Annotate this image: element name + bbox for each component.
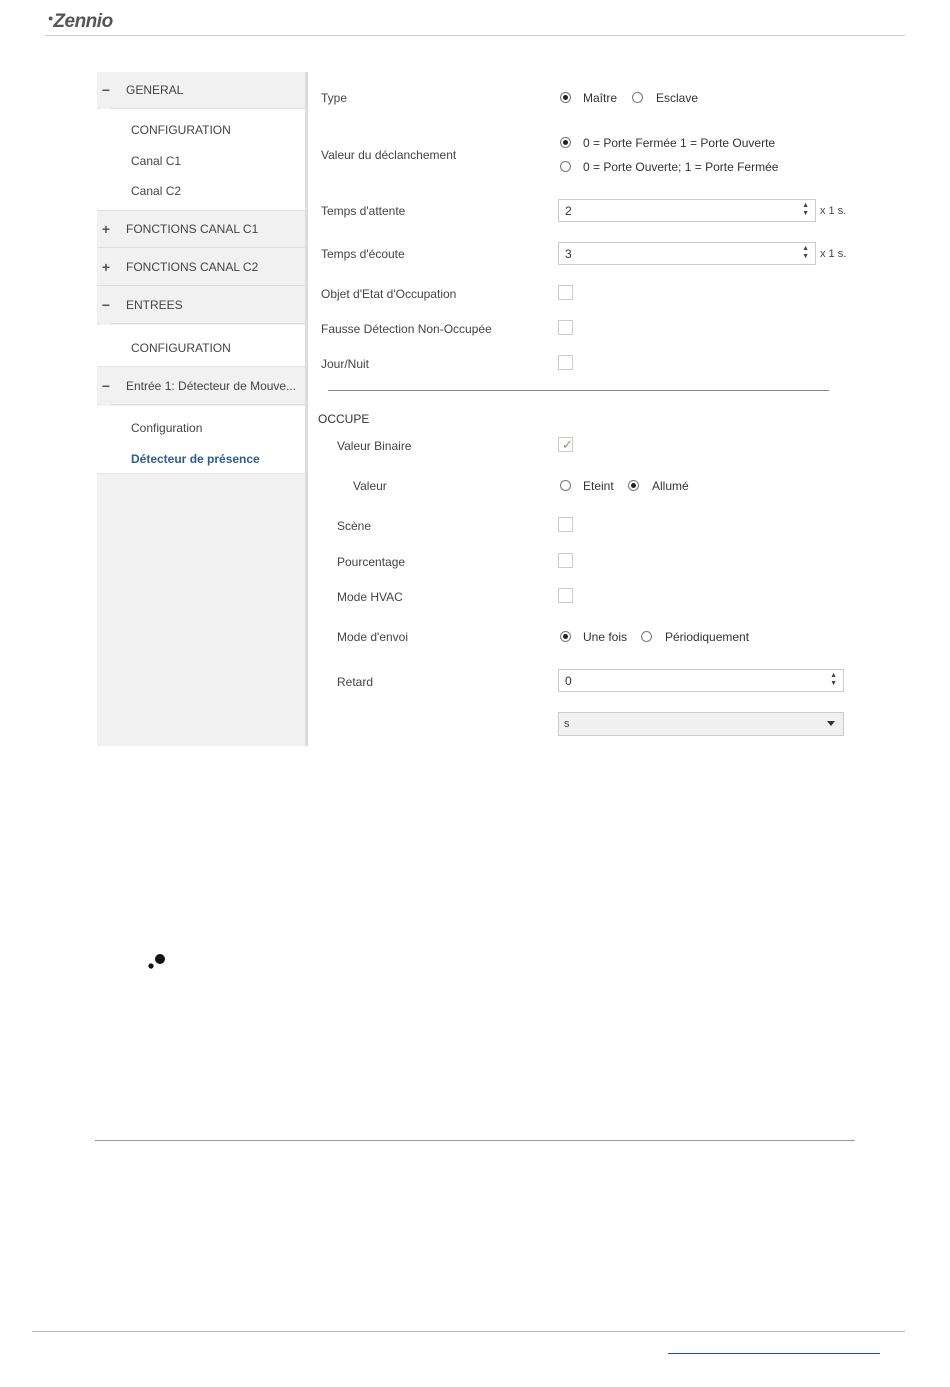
zennio-logo: •Zennio bbox=[48, 10, 113, 33]
day-night-label: Jour/Nuit bbox=[321, 357, 370, 371]
sidebar-group-entrees[interactable]: − ENTREES bbox=[97, 287, 305, 329]
collapse-icon: − bbox=[101, 82, 111, 98]
sidebar-group-label: ENTREES bbox=[126, 298, 183, 312]
radio-trigger-option-2[interactable] bbox=[560, 161, 571, 172]
section-divider bbox=[328, 390, 829, 391]
sidebar-group-general[interactable]: − GENERAL bbox=[97, 72, 305, 114]
sidebar-subitems-entree-1: Configuration Détecteur de présence bbox=[97, 406, 305, 474]
sidebar-item-canal-c2[interactable]: Canal C2 bbox=[131, 184, 181, 198]
sidebar-group-entree-1[interactable]: − Entrée 1: Détecteur de Mouve... bbox=[97, 368, 305, 410]
section-title-occupe: OCCUPE bbox=[318, 412, 370, 426]
sidebar-subitems-general: CONFIGURATION Canal C1 Canal C2 bbox=[97, 109, 305, 211]
radio-une-fois[interactable] bbox=[560, 631, 571, 642]
radio-periodiquement[interactable] bbox=[641, 631, 652, 642]
radio-trigger-option-1[interactable] bbox=[560, 137, 571, 148]
radio-maitre[interactable] bbox=[560, 92, 571, 103]
radio-esclave-label: Esclave bbox=[656, 91, 699, 105]
delay-unit-select[interactable]: s bbox=[558, 712, 844, 736]
sidebar-item-configuration[interactable]: Configuration bbox=[131, 421, 202, 435]
sidebar-edge bbox=[305, 72, 308, 746]
check-icon: ✓ bbox=[562, 437, 573, 452]
sidebar-group-label: GENERAL bbox=[126, 83, 184, 97]
stepper-arrows-icon[interactable]: ▲ ▼ bbox=[802, 245, 809, 261]
sidebar-group-label: FONCTIONS CANAL C1 bbox=[126, 222, 259, 236]
expand-icon: + bbox=[101, 221, 111, 237]
delay-label: Retard bbox=[337, 675, 374, 689]
radio-allume[interactable] bbox=[628, 480, 639, 491]
sidebar-subitems-entrees: CONFIGURATION bbox=[97, 325, 305, 367]
binary-value-label: Valeur Binaire bbox=[337, 439, 412, 453]
hvac-mode-checkbox[interactable] bbox=[558, 588, 573, 603]
sidebar: − GENERAL CONFIGURATION Canal C1 Canal C… bbox=[97, 72, 308, 746]
send-mode-label: Mode d'envoi bbox=[337, 630, 409, 644]
radio-maitre-label: Maître bbox=[583, 91, 618, 105]
stepper-value: 0 bbox=[565, 674, 572, 688]
sidebar-item-configuration[interactable]: CONFIGURATION bbox=[131, 123, 231, 137]
listen-time-unit: x 1 s. bbox=[820, 248, 847, 260]
radio-periodiquement-label: Périodiquement bbox=[665, 630, 750, 644]
sidebar-item-detecteur-presence[interactable]: Détecteur de présence bbox=[131, 452, 260, 466]
listen-time-stepper[interactable]: 3 ▲ ▼ bbox=[558, 242, 816, 265]
radio-trigger-option-1-label: 0 = Porte Fermée 1 = Porte Ouverte bbox=[583, 136, 776, 150]
false-detection-label: Fausse Détection Non-Occupée bbox=[321, 322, 492, 336]
collapse-icon: − bbox=[101, 378, 111, 394]
stepper-value: 2 bbox=[565, 204, 572, 218]
false-detection-checkbox[interactable] bbox=[558, 320, 573, 335]
occupancy-state-checkbox[interactable] bbox=[558, 285, 573, 300]
select-value: s bbox=[564, 718, 570, 730]
collapse-icon: − bbox=[101, 297, 111, 313]
wait-time-stepper[interactable]: 2 ▲ ▼ bbox=[558, 199, 816, 222]
radio-eteint-label: Eteint bbox=[583, 479, 614, 493]
percentage-label: Pourcentage bbox=[337, 555, 406, 569]
radio-eteint[interactable] bbox=[560, 480, 571, 491]
logo-text: Zennio bbox=[53, 11, 113, 32]
type-label: Type bbox=[321, 91, 348, 105]
occupancy-state-label: Objet d'Etat d'Occupation bbox=[321, 287, 457, 301]
sidebar-group-fonctions-c2[interactable]: + FONCTIONS CANAL C2 bbox=[97, 249, 305, 286]
sidebar-group-label: FONCTIONS CANAL C2 bbox=[126, 260, 259, 274]
logo-dot: • bbox=[48, 10, 53, 26]
stepper-value: 3 bbox=[565, 247, 572, 261]
wait-time-label: Temps d'attente bbox=[321, 204, 406, 218]
sidebar-group-fonctions-c1[interactable]: + FONCTIONS CANAL C1 bbox=[97, 211, 305, 248]
listen-time-label: Temps d'écoute bbox=[321, 247, 405, 261]
stepper-arrows-icon[interactable]: ▲ ▼ bbox=[830, 672, 837, 688]
binary-value-checkbox[interactable]: ✓ bbox=[558, 437, 573, 452]
trigger-label: Valeur du déclanchement bbox=[321, 148, 457, 162]
hvac-mode-label: Mode HVAC bbox=[337, 590, 403, 604]
header-rule bbox=[45, 35, 905, 36]
footer-link-underline[interactable] bbox=[668, 1353, 880, 1354]
percentage-checkbox[interactable] bbox=[558, 553, 573, 568]
footer-rule bbox=[32, 1331, 905, 1332]
value-label: Valeur bbox=[353, 479, 387, 493]
day-night-checkbox[interactable] bbox=[558, 355, 573, 370]
sidebar-group-label: Entrée 1: Détecteur de Mouve... bbox=[126, 379, 297, 393]
expand-icon: + bbox=[101, 259, 111, 275]
chevron-down-icon bbox=[827, 721, 835, 726]
wait-time-unit: x 1 s. bbox=[820, 205, 847, 217]
zennio-dot-icon bbox=[148, 954, 165, 969]
radio-esclave[interactable] bbox=[632, 92, 643, 103]
radio-allume-label: Allumé bbox=[652, 479, 689, 493]
delay-stepper[interactable]: 0 ▲ ▼ bbox=[558, 669, 844, 692]
stepper-arrows-icon[interactable]: ▲ ▼ bbox=[802, 202, 809, 218]
radio-une-fois-label: Une fois bbox=[583, 630, 628, 644]
sidebar-item-canal-c1[interactable]: Canal C1 bbox=[131, 154, 181, 168]
content-rule bbox=[95, 1140, 855, 1141]
radio-trigger-option-2-label: 0 = Porte Ouverte; 1 = Porte Fermée bbox=[583, 160, 779, 174]
sidebar-item-configuration[interactable]: CONFIGURATION bbox=[131, 341, 231, 355]
scene-label: Scène bbox=[337, 519, 372, 533]
scene-checkbox[interactable] bbox=[558, 517, 573, 532]
